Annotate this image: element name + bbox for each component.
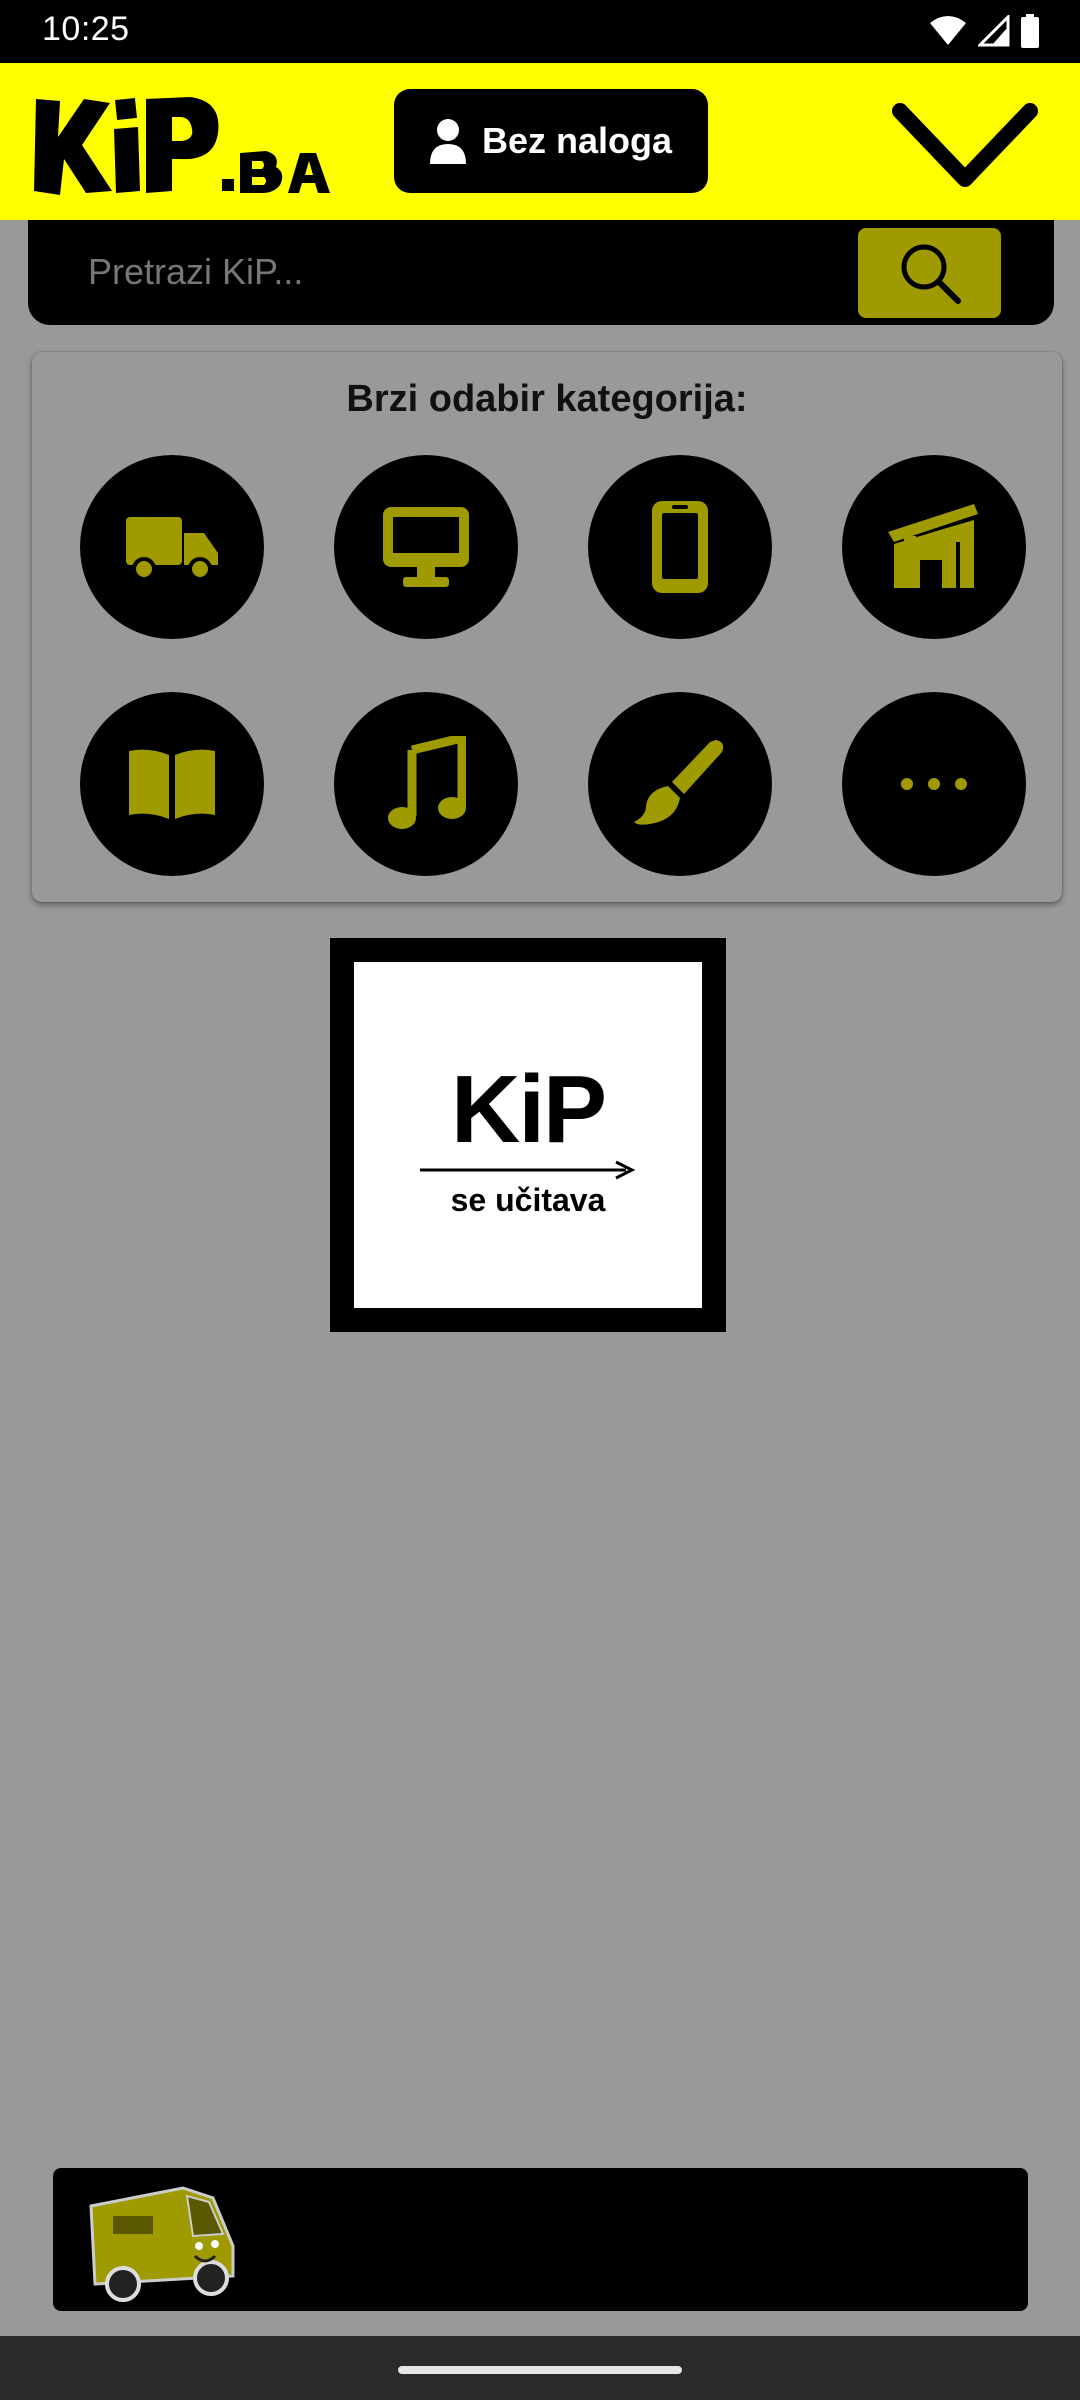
home-gesture-handle[interactable] xyxy=(398,2366,682,2374)
account-button[interactable]: Bez naloga xyxy=(394,89,708,193)
system-navigation-bar xyxy=(0,2336,1080,2400)
status-time: 10:25 xyxy=(42,10,130,48)
footer-banner[interactable] xyxy=(53,2168,1028,2311)
loading-brand: KiP xyxy=(450,1056,607,1163)
more-dots-icon xyxy=(901,778,967,790)
category-phones-button[interactable] xyxy=(588,455,772,639)
status-bar: 10:25 xyxy=(0,0,1080,63)
music-note-icon xyxy=(388,736,466,829)
house-icon xyxy=(888,504,978,588)
account-button-label: Bez naloga xyxy=(481,120,673,161)
chevron-down-icon[interactable] xyxy=(890,101,1040,191)
category-art-button[interactable] xyxy=(588,692,772,876)
wifi-icon xyxy=(930,16,966,45)
loading-card: KiP se učitava xyxy=(330,938,726,1332)
book-icon xyxy=(129,749,215,819)
kip-logo[interactable] xyxy=(30,91,350,201)
category-books-button[interactable] xyxy=(80,692,264,876)
category-vehicles-button[interactable] xyxy=(80,455,264,639)
monitor-icon xyxy=(383,507,469,587)
smartphone-icon xyxy=(652,501,708,593)
search-bar: Pretrazi KiP... xyxy=(28,220,1054,325)
loading-card-inner: KiP se učitava xyxy=(354,962,702,1308)
category-computers-button[interactable] xyxy=(334,455,518,639)
category-more-button[interactable] xyxy=(842,692,1026,876)
battery-icon xyxy=(1021,14,1039,48)
search-icon xyxy=(901,244,961,304)
category-music-button[interactable] xyxy=(334,692,518,876)
signal-icon xyxy=(978,15,1010,47)
category-real-estate-button[interactable] xyxy=(842,455,1026,639)
user-icon xyxy=(429,119,466,164)
app-header: Bez naloga xyxy=(0,63,1080,220)
loading-text: se učitava xyxy=(450,1182,606,1218)
category-panel: Brzi odabir kategorija: xyxy=(32,352,1062,902)
status-icons xyxy=(928,13,1040,49)
delivery-van-icon xyxy=(89,2186,235,2302)
search-input[interactable]: Pretrazi KiP... xyxy=(88,244,788,300)
truck-icon xyxy=(126,517,218,581)
paintbrush-icon xyxy=(634,740,724,825)
search-button[interactable] xyxy=(858,228,1001,318)
arrow-right-icon xyxy=(420,1160,636,1180)
category-panel-title: Brzi odabir kategorija: xyxy=(346,378,748,420)
